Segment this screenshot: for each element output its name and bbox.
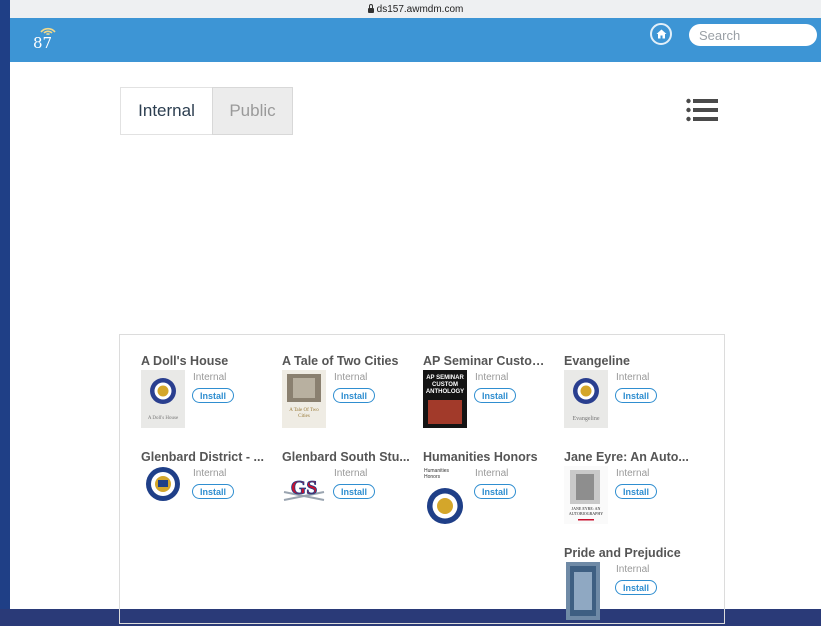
app-card-evangeline[interactable]: Evangeline Evangeline Internal Install (564, 354, 694, 434)
app-badge: Internal (616, 372, 650, 383)
main-content: Internal Public A Doll's House A Doll's … (10, 62, 821, 624)
url-text: ds157.awmdm.com (376, 3, 464, 15)
app-badge: Internal (193, 372, 227, 383)
app-badge: Internal (616, 468, 650, 479)
install-button[interactable]: Install (333, 388, 375, 403)
app-card-humanities-honors[interactable]: Humanities Honors Humanities Honors Inte… (423, 450, 553, 542)
svg-text:AUTOBIOGRAPHY: AUTOBIOGRAPHY (569, 511, 603, 516)
logo-text: 87 (33, 34, 53, 52)
app-header: 87 (10, 18, 821, 62)
install-button[interactable]: Install (474, 484, 516, 499)
app-cover: Humanities Honors (423, 466, 467, 542)
app-title: Glenbard District - ... (141, 450, 264, 464)
app-catalog-grid: A Doll's House A Doll's House Internal I… (119, 334, 725, 624)
app-cover: JANE EYRE: AN AUTOBIOGRAPHY (564, 466, 608, 524)
app-title: Jane Eyre: An Auto... (564, 450, 689, 464)
app-badge: Internal (334, 468, 368, 479)
search-input[interactable] (689, 24, 817, 46)
app-badge: Internal (193, 468, 227, 479)
app-badge: Internal (334, 372, 368, 383)
svg-text:GS: GS (291, 477, 318, 499)
svg-text:Evangeline: Evangeline (573, 416, 600, 422)
tab-bar: Internal Public (120, 87, 293, 135)
tab-public[interactable]: Public (212, 87, 293, 135)
install-button[interactable]: Install (615, 388, 657, 403)
install-button[interactable]: Install (192, 484, 234, 499)
app-title: AP Seminar Custom... (423, 354, 553, 368)
app-card-glenbard-district[interactable]: Glenbard District - ... Internal Install (141, 450, 271, 530)
app-cover: GS (282, 466, 326, 524)
svg-text:ANTHOLOGY: ANTHOLOGY (426, 389, 464, 395)
app-badge: Internal (475, 468, 509, 479)
app-cover: Evangeline (564, 370, 608, 428)
list-view-icon[interactable] (686, 95, 718, 125)
svg-text:CUSTOM: CUSTOM (432, 382, 458, 388)
app-card-glenbard-south[interactable]: Glenbard South Stu... GS Internal Instal… (282, 450, 412, 530)
svg-text:Honors: Honors (424, 474, 441, 480)
app-cover: A Tale Of Two Cities (282, 370, 326, 428)
svg-text:Cities: Cities (298, 414, 310, 419)
app-title: A Doll's House (141, 354, 229, 368)
app-cover: A Doll's House (141, 370, 185, 428)
app-title: Glenbard South Stu... (282, 450, 410, 464)
svg-text:A Doll's House: A Doll's House (148, 416, 179, 421)
app-card-pride-and-prejudice[interactable]: Pride and Prejudice Internal Install (564, 546, 694, 626)
app-cover (564, 562, 608, 620)
install-button[interactable]: Install (474, 388, 516, 403)
home-button[interactable] (650, 23, 672, 45)
left-strip (0, 0, 10, 609)
app-title: A Tale of Two Cities (282, 354, 399, 368)
app-title: Pride and Prejudice (564, 546, 681, 560)
app-title: Humanities Honors (423, 450, 538, 464)
app-cover (141, 466, 185, 524)
app-card-ap-seminar[interactable]: AP Seminar Custom... AP SEMINAR CUSTOM A… (423, 354, 553, 434)
app-card-tale-of-two-cities[interactable]: A Tale of Two Cities A Tale Of Two Citie… (282, 354, 412, 434)
install-button[interactable]: Install (615, 484, 657, 499)
app-card-jane-eyre[interactable]: Jane Eyre: An Auto... JANE EYRE: AN AUTO… (564, 450, 694, 530)
install-button[interactable]: Install (615, 580, 657, 595)
app-card-dolls-house[interactable]: A Doll's House A Doll's House Internal I… (141, 354, 271, 434)
browser-address-bar[interactable]: ds157.awmdm.com (10, 0, 821, 19)
lock-icon (367, 3, 374, 13)
install-button[interactable]: Install (192, 388, 234, 403)
install-button[interactable]: Install (333, 484, 375, 499)
home-icon (656, 29, 666, 39)
svg-text:AP SEMINAR: AP SEMINAR (426, 375, 464, 381)
svg-text:A Tale Of Two: A Tale Of Two (289, 408, 319, 413)
district-logo[interactable]: 87 (32, 20, 68, 56)
tab-internal[interactable]: Internal (120, 87, 212, 135)
app-badge: Internal (475, 372, 509, 383)
app-title: Evangeline (564, 354, 630, 368)
app-cover: AP SEMINAR CUSTOM ANTHOLOGY (423, 370, 467, 428)
app-badge: Internal (616, 564, 650, 575)
